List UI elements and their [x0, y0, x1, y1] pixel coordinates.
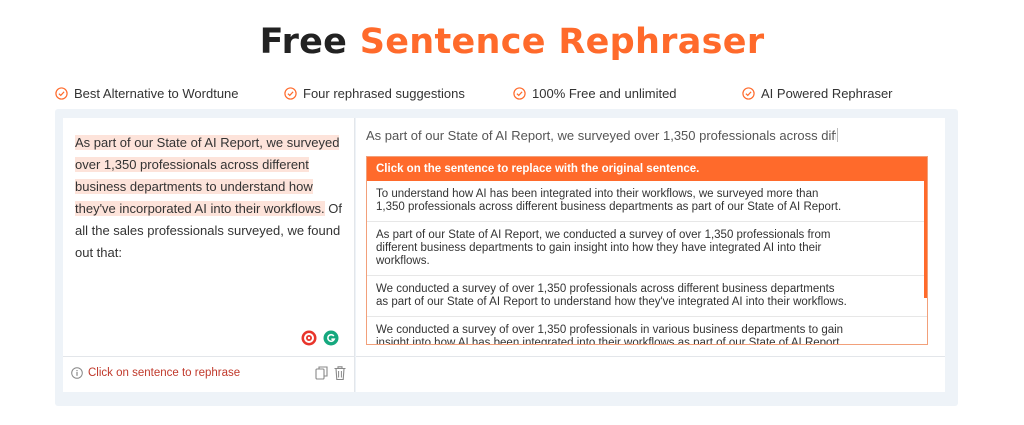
input-text[interactable]: As part of our State of AI Report, we su…: [75, 132, 347, 264]
title-part2: Sentence Rephraser: [359, 22, 765, 62]
feature-label: Best Alternative to Wordtune: [74, 86, 239, 101]
suggestion-item[interactable]: To understand how AI has been integrated…: [367, 181, 927, 222]
extension-icons: [301, 330, 339, 346]
input-tools: [315, 365, 347, 381]
hint-text: Click on sentence to rephrase: [88, 367, 241, 379]
feature-label: 100% Free and unlimited: [532, 86, 677, 101]
target-icon[interactable]: [301, 330, 317, 346]
suggestion-item[interactable]: As part of our State of AI Report, we co…: [367, 222, 927, 276]
feature-item: Four rephrased suggestions: [284, 86, 465, 101]
scrollbar-thumb[interactable]: [924, 181, 927, 298]
current-sentence[interactable]: As part of our State of AI Report, we su…: [366, 128, 836, 143]
page-title: Free Sentence Rephraser: [0, 22, 1024, 62]
check-circle-icon: [513, 87, 526, 100]
suggestion-item[interactable]: We conducted a survey of over 1,350 prof…: [367, 317, 927, 344]
check-circle-icon: [742, 87, 755, 100]
output-area: As part of our State of AI Report, we su…: [356, 118, 945, 392]
feature-label: AI Powered Rephraser: [761, 86, 893, 101]
feature-item: Best Alternative to Wordtune: [55, 86, 239, 101]
highlighted-sentence[interactable]: As part of our State of AI Report, we su…: [75, 135, 340, 216]
info-icon: [71, 367, 83, 379]
check-circle-icon: [284, 87, 297, 100]
suggestion-item[interactable]: We conducted a survey of over 1,350 prof…: [367, 276, 927, 317]
feature-list: Best Alternative to Wordtune Four rephra…: [0, 86, 1024, 104]
suggestions-list[interactable]: To understand how AI has been integrated…: [367, 181, 927, 344]
copy-icon[interactable]: [315, 365, 329, 381]
feature-item: AI Powered Rephraser: [742, 86, 893, 101]
check-circle-icon: [55, 87, 68, 100]
input-editor[interactable]: As part of our State of AI Report, we su…: [63, 118, 355, 392]
title-part1: Free: [259, 22, 348, 62]
rephrase-hint: Click on sentence to rephrase: [71, 367, 240, 379]
output-footer: [356, 356, 945, 392]
grammarly-icon[interactable]: [323, 330, 339, 346]
trash-icon[interactable]: [333, 365, 347, 381]
suggestions-box[interactable]: Click on the sentence to replace with th…: [366, 156, 928, 345]
input-footer: Click on sentence to rephrase: [63, 356, 355, 392]
text-caret: [837, 128, 838, 142]
feature-item: 100% Free and unlimited: [513, 86, 677, 101]
feature-label: Four rephrased suggestions: [303, 86, 465, 101]
suggestions-header: Click on the sentence to replace with th…: [367, 157, 927, 181]
